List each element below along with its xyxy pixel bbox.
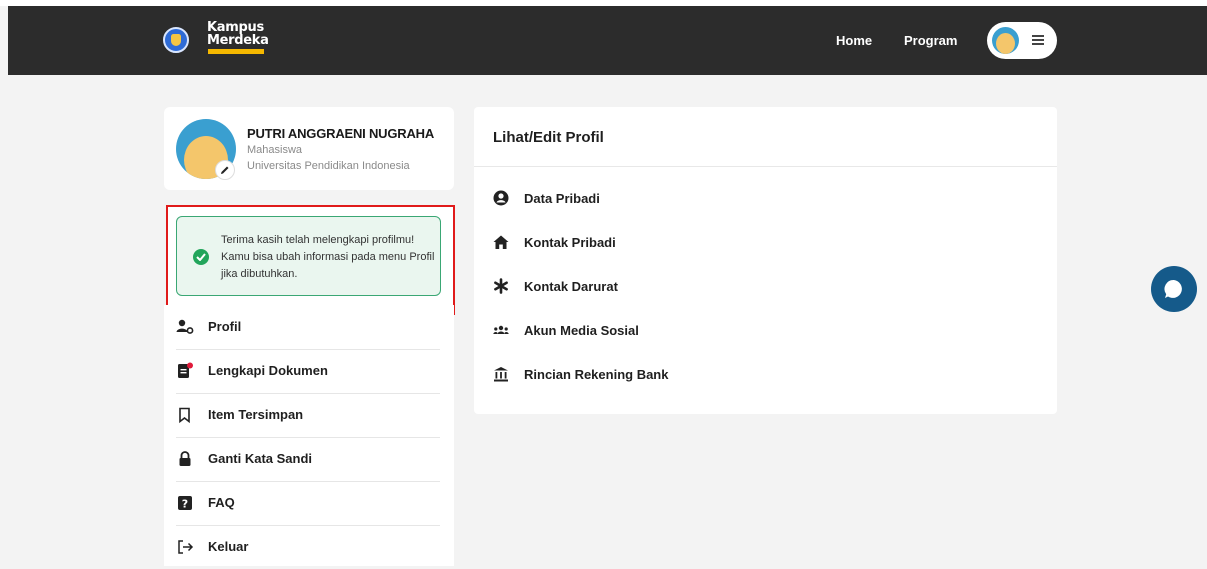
nav-link-program[interactable]: Program <box>904 33 957 48</box>
hamburger-menu-icon <box>1032 35 1044 46</box>
side-menu: Profil Lengkapi Dokumen Item Tersimpan G… <box>164 305 454 566</box>
lock-icon <box>179 451 191 466</box>
profile-university: Universitas Pendidikan Indonesia <box>247 160 410 172</box>
edit-profile-card: Lihat/Edit Profil Data Pribadi Kontak Pr… <box>474 107 1057 414</box>
option-kontak-pribadi[interactable]: Kontak Pribadi <box>493 232 793 254</box>
side-menu-item-profil[interactable]: Profil <box>176 305 440 350</box>
kemendikbud-logo-icon[interactable] <box>163 27 189 53</box>
user-circle-icon <box>493 190 509 206</box>
side-menu-item-lengkapi-dokumen[interactable]: Lengkapi Dokumen <box>176 349 440 394</box>
question-icon: ? <box>178 496 192 511</box>
divider <box>474 166 1057 167</box>
user-gear-icon <box>176 319 194 334</box>
svg-text:?: ? <box>182 498 188 511</box>
check-circle-icon <box>193 249 209 265</box>
side-menu-label: Keluar <box>208 539 249 554</box>
kampus-merdeka-logo[interactable]: Kampus Merdeka <box>207 21 277 47</box>
pencil-icon <box>221 166 229 174</box>
option-label: Kontak Darurat <box>524 279 618 294</box>
side-menu-item-faq[interactable]: ? FAQ <box>176 481 440 526</box>
option-label: Data Pribadi <box>524 191 600 206</box>
edit-avatar-button[interactable] <box>215 160 235 180</box>
side-menu-label: Profil <box>208 319 242 334</box>
option-rincian-rekening-bank[interactable]: Rincian Rekening Bank <box>493 364 793 386</box>
bank-icon <box>494 367 508 382</box>
option-kontak-darurat[interactable]: Kontak Darurat <box>493 276 793 298</box>
account-menu-button[interactable] <box>987 22 1057 59</box>
option-label: Akun Media Sosial <box>524 323 639 338</box>
success-notice: Terima kasih telah melengkapi profilmu! … <box>176 216 441 296</box>
profile-card: PUTRI ANGGRAENI NUGRAHA Mahasiswa Univer… <box>164 107 454 190</box>
page-title: Lihat/Edit Profil <box>493 129 604 146</box>
users-icon <box>493 325 509 334</box>
bookmark-icon <box>179 407 190 424</box>
side-menu-item-ganti-kata-sandi[interactable]: Ganti Kata Sandi <box>176 437 440 482</box>
asterisk-icon <box>494 278 508 294</box>
side-menu-item-item-tersimpan[interactable]: Item Tersimpan <box>176 393 440 438</box>
profile-role: Mahasiswa <box>247 144 303 156</box>
logo-strip <box>208 49 264 54</box>
nav-link-home[interactable]: Home <box>836 33 872 48</box>
side-menu-label: Item Tersimpan <box>208 407 304 422</box>
option-akun-media-sosial[interactable]: Akun Media Sosial <box>493 320 793 342</box>
chat-button[interactable] <box>1151 266 1197 312</box>
logout-icon <box>178 540 194 554</box>
chat-bubble-icon <box>1164 279 1182 298</box>
side-menu-label: Lengkapi Dokumen <box>208 363 328 378</box>
logo-line-2: Merdeka <box>207 33 269 48</box>
side-menu-label: FAQ <box>208 495 235 510</box>
home-icon <box>493 235 509 249</box>
option-label: Kontak Pribadi <box>524 235 616 250</box>
side-menu-item-keluar[interactable]: Keluar <box>176 525 440 569</box>
option-data-pribadi[interactable]: Data Pribadi <box>493 188 793 210</box>
document-alert-icon <box>178 362 193 378</box>
option-label: Rincian Rekening Bank <box>524 367 669 382</box>
notice-text: Terima kasih telah melengkapi profilmu! … <box>221 234 435 280</box>
side-menu-label: Ganti Kata Sandi <box>208 451 313 466</box>
profile-name: PUTRI ANGGRAENI NUGRAHA <box>247 126 435 141</box>
avatar <box>992 27 1019 54</box>
